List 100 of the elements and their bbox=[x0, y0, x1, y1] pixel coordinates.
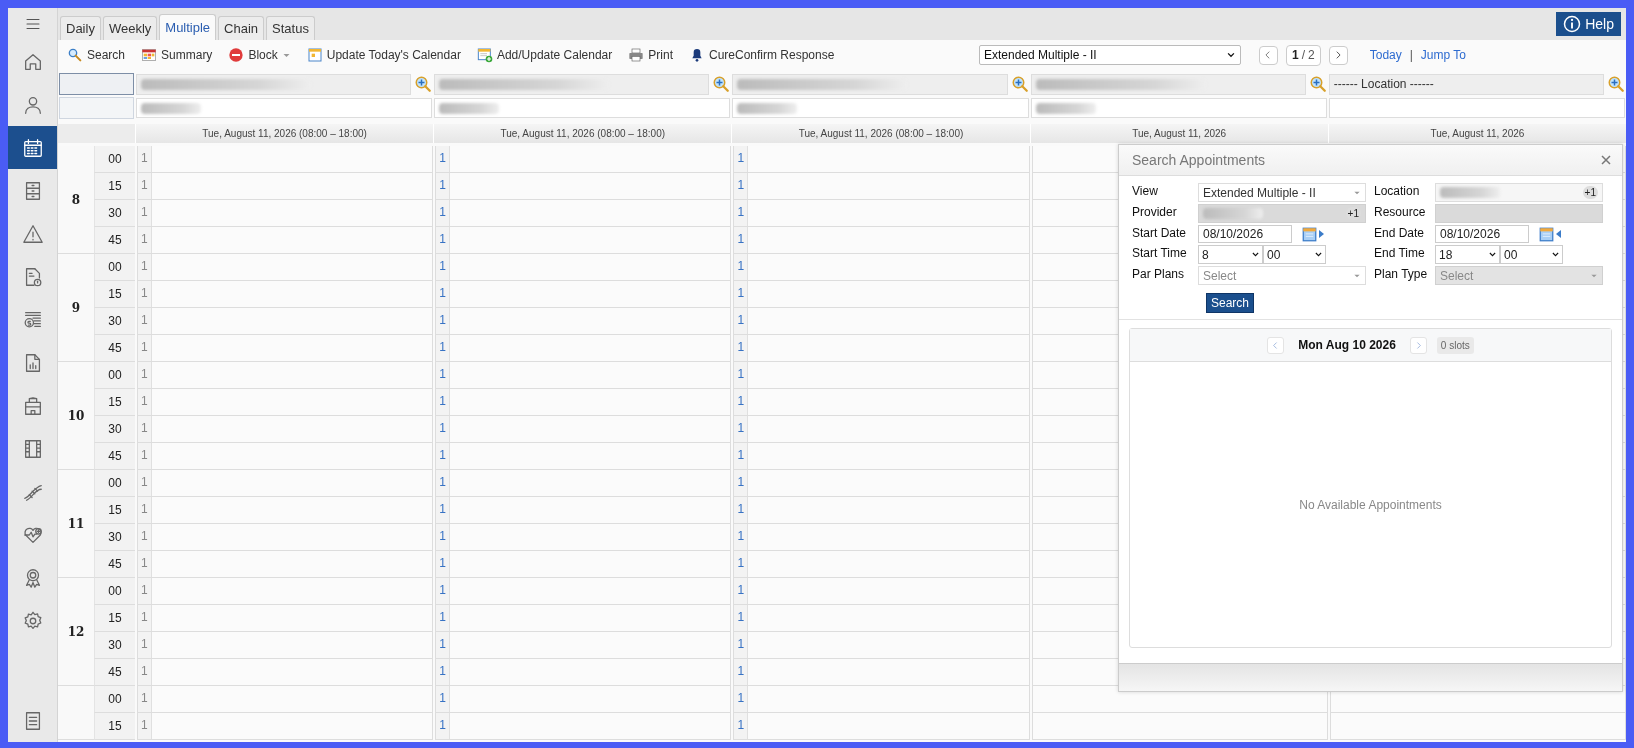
toolbar-button[interactable]: Add/Update Calendar bbox=[471, 47, 618, 63]
select-field[interactable]: Extended Multiple - II bbox=[1198, 183, 1366, 202]
time-slot[interactable]: 1 bbox=[137, 524, 434, 551]
hour-select[interactable]: 8 bbox=[1198, 245, 1263, 264]
calendar-icon[interactable] bbox=[1302, 226, 1317, 242]
time-slot[interactable]: 1 bbox=[733, 470, 1030, 497]
time-slot[interactable]: 1 bbox=[733, 686, 1030, 713]
time-slot[interactable]: 1 bbox=[137, 605, 434, 632]
time-slot[interactable]: 1 bbox=[137, 497, 434, 524]
select-field[interactable]: Select bbox=[1198, 266, 1366, 285]
zoom-in-icon[interactable] bbox=[712, 75, 731, 93]
time-slot[interactable]: 1 bbox=[733, 281, 1030, 308]
time-slot[interactable]: 1 bbox=[137, 686, 434, 713]
time-slot[interactable]: 1 bbox=[137, 200, 434, 227]
tab[interactable]: Daily bbox=[60, 16, 101, 40]
time-slot[interactable]: 1 bbox=[137, 308, 434, 335]
time-slot[interactable]: 1 bbox=[733, 524, 1030, 551]
tab[interactable]: Multiple bbox=[159, 14, 217, 40]
time-slot[interactable]: 1 bbox=[435, 173, 732, 200]
location-field[interactable]: ------ Location ------ bbox=[1328, 73, 1604, 95]
tab[interactable]: Status bbox=[266, 16, 315, 40]
time-slot[interactable]: 1 bbox=[137, 227, 434, 254]
time-slot[interactable]: 1 bbox=[435, 470, 732, 497]
zoom-in-icon[interactable] bbox=[1607, 75, 1625, 93]
location-field[interactable] bbox=[136, 73, 412, 95]
help-button[interactable]: Help bbox=[1556, 12, 1621, 36]
time-slot[interactable]: 1 bbox=[733, 659, 1030, 686]
time-slot[interactable]: 1 bbox=[435, 713, 732, 740]
time-slot[interactable]: 1 bbox=[435, 443, 732, 470]
time-slot[interactable]: 1 bbox=[733, 443, 1030, 470]
time-slot[interactable]: 1 bbox=[733, 713, 1030, 740]
location-field[interactable] bbox=[732, 73, 1008, 95]
search-button[interactable]: Search bbox=[1206, 293, 1255, 313]
location-field[interactable] bbox=[434, 73, 710, 95]
toolbar-button[interactable]: Search bbox=[62, 47, 131, 63]
time-slot[interactable]: 1 bbox=[137, 713, 434, 740]
time-slot[interactable]: 1 bbox=[435, 227, 732, 254]
toolbar-button[interactable]: Summary bbox=[136, 47, 218, 63]
time-slot[interactable]: 1 bbox=[137, 146, 434, 173]
toolbar-button[interactable]: Update Today's Calendar bbox=[301, 47, 466, 63]
toolbar-button[interactable]: CureConfirm Response bbox=[684, 47, 840, 63]
date-field[interactable]: 08/10/2026 bbox=[1435, 225, 1529, 243]
time-slot[interactable]: 1 bbox=[137, 281, 434, 308]
time-slot[interactable]: 1 bbox=[733, 416, 1030, 443]
time-slot[interactable]: 1 bbox=[137, 443, 434, 470]
header-corner-field[interactable] bbox=[59, 73, 134, 95]
time-slot[interactable]: 1 bbox=[137, 551, 434, 578]
time-slot[interactable]: 1 bbox=[435, 605, 732, 632]
time-slot[interactable]: 1 bbox=[733, 362, 1030, 389]
time-slot[interactable]: 1 bbox=[137, 416, 434, 443]
time-slot[interactable]: 1 bbox=[435, 416, 732, 443]
tab[interactable]: Chain bbox=[218, 16, 265, 40]
time-slot[interactable]: 1 bbox=[435, 254, 732, 281]
time-slot[interactable]: 1 bbox=[435, 551, 732, 578]
time-slot[interactable]: 1 bbox=[435, 389, 732, 416]
time-slot[interactable]: 1 bbox=[733, 578, 1030, 605]
toolbar-button[interactable]: Print bbox=[623, 47, 678, 63]
date-field[interactable]: 08/10/2026 bbox=[1198, 225, 1292, 243]
view-select[interactable]: Extended Multiple - II bbox=[979, 45, 1241, 65]
zoom-in-icon[interactable] bbox=[1308, 75, 1327, 93]
time-slot[interactable]: 1 bbox=[733, 173, 1030, 200]
triangle-right-icon[interactable] bbox=[1319, 230, 1324, 238]
hour-select[interactable]: 18 bbox=[1435, 245, 1500, 264]
time-slot[interactable]: 1 bbox=[137, 659, 434, 686]
time-slot[interactable]: 1 bbox=[733, 227, 1030, 254]
tag-field[interactable]: +1 bbox=[1435, 183, 1603, 202]
time-slot[interactable]: 1 bbox=[733, 632, 1030, 659]
minute-select[interactable]: 00 bbox=[1500, 245, 1563, 264]
time-slot[interactable]: 1 bbox=[137, 470, 434, 497]
calendar-icon[interactable] bbox=[1539, 226, 1554, 242]
location-field[interactable] bbox=[1030, 73, 1306, 95]
time-slot[interactable]: 1 bbox=[435, 308, 732, 335]
time-slot[interactable]: 1 bbox=[435, 686, 732, 713]
minute-select[interactable]: 00 bbox=[1263, 245, 1326, 264]
time-slot[interactable]: 1 bbox=[435, 281, 732, 308]
time-slot[interactable]: 1 bbox=[733, 335, 1030, 362]
time-slot[interactable]: 1 bbox=[435, 146, 732, 173]
time-slot[interactable]: 1 bbox=[435, 659, 732, 686]
time-slot[interactable]: 1 bbox=[733, 389, 1030, 416]
zoom-in-icon[interactable] bbox=[414, 75, 433, 93]
zoom-in-icon[interactable] bbox=[1010, 75, 1029, 93]
time-slot[interactable]: 1 bbox=[137, 335, 434, 362]
time-slot[interactable]: 1 bbox=[137, 389, 434, 416]
toolbar-button[interactable]: Block bbox=[223, 47, 296, 63]
time-slot[interactable]: 1 bbox=[435, 362, 732, 389]
nav-link[interactable]: Today bbox=[1369, 48, 1402, 62]
tab[interactable]: Weekly bbox=[102, 16, 158, 40]
time-slot[interactable]: 1 bbox=[435, 335, 732, 362]
time-slot[interactable]: 1 bbox=[137, 362, 434, 389]
time-slot[interactable]: 1 bbox=[733, 308, 1030, 335]
time-slot[interactable]: 1 bbox=[435, 200, 732, 227]
time-slot[interactable]: 1 bbox=[733, 605, 1030, 632]
time-slot[interactable]: 1 bbox=[733, 200, 1030, 227]
triangle-left-icon[interactable] bbox=[1556, 230, 1561, 238]
time-slot[interactable]: 1 bbox=[733, 254, 1030, 281]
nav-link[interactable]: Jump To bbox=[1420, 48, 1466, 62]
time-slot[interactable]: 1 bbox=[435, 524, 732, 551]
time-slot[interactable]: 1 bbox=[733, 497, 1030, 524]
time-slot[interactable]: 1 bbox=[435, 578, 732, 605]
time-slot[interactable]: 1 bbox=[435, 497, 732, 524]
